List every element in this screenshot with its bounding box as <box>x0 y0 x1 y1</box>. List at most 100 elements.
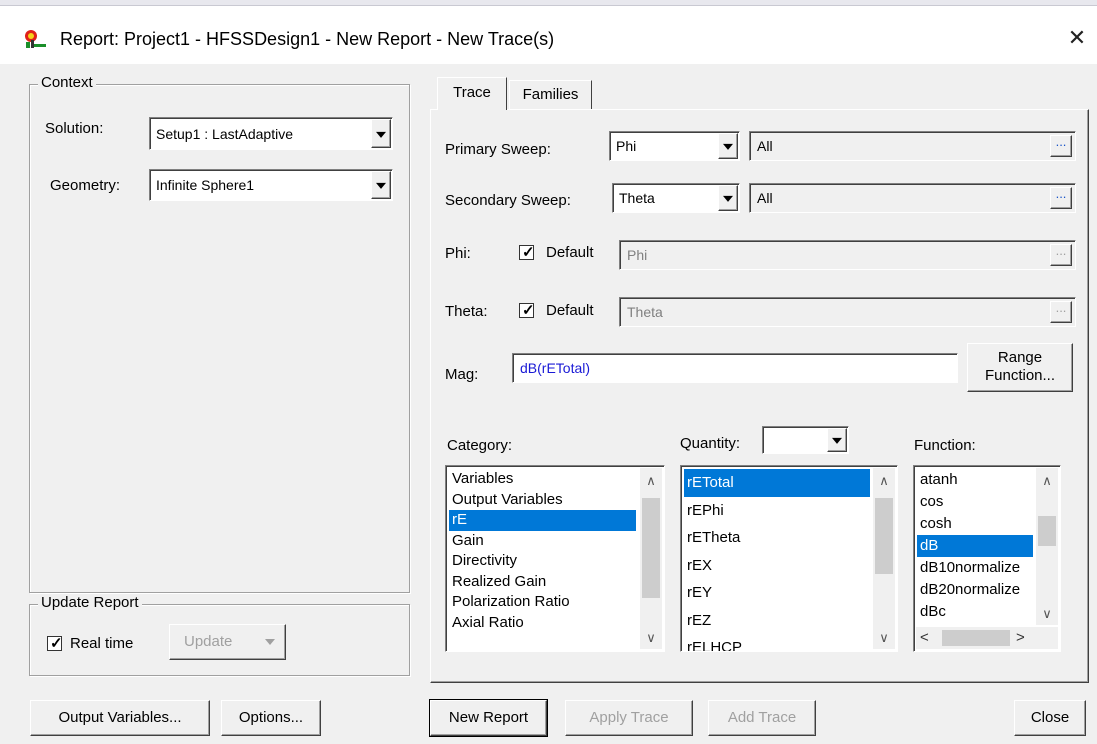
theta-value-field[interactable]: Theta ... <box>619 297 1076 327</box>
function-list-item[interactable]: cosh <box>917 513 1033 535</box>
category-list-item[interactable]: Realized Gain <box>449 572 636 593</box>
title-bar: Report: Project1 - HFSSDesign1 - New Rep… <box>0 0 1097 64</box>
update-report-group-label: Update Report <box>38 594 142 611</box>
phi-value-text: Phi <box>627 247 648 263</box>
phi-default-checkbox[interactable]: ✓ <box>519 244 535 261</box>
phi-label: Phi: <box>445 245 471 262</box>
scroll-left-icon[interactable]: < <box>920 627 929 649</box>
function-list-item[interactable]: cos <box>917 491 1033 513</box>
function-list-item[interactable]: dB <box>917 535 1033 557</box>
title-bar-top-border <box>0 0 1097 6</box>
add-trace-button[interactable]: Add Trace <box>708 700 816 736</box>
quantity-filter-dropdown[interactable] <box>762 426 849 454</box>
category-scroll-thumb[interactable] <box>642 498 660 598</box>
tab-trace[interactable]: Trace <box>437 77 507 110</box>
category-list-item[interactable]: Axial Ratio <box>449 613 636 634</box>
phi-ellipsis-button[interactable]: ... <box>1050 244 1072 266</box>
category-list[interactable]: Variables Output Variables rE Gain Directivi… <box>445 465 665 652</box>
range-function-line2: Function... <box>984 367 1056 384</box>
category-list-item[interactable]: Polarization Ratio <box>449 592 636 613</box>
scroll-down-icon[interactable]: ∨ <box>1036 605 1058 623</box>
quantity-scroll-thumb[interactable] <box>875 498 893 574</box>
checkmark-icon: ✓ <box>50 635 63 652</box>
category-list-item[interactable]: Directivity <box>449 551 636 572</box>
range-function-button[interactable]: Range Function... <box>967 343 1073 392</box>
quantity-filter-dropdown-button[interactable] <box>827 428 847 452</box>
solution-dropdown-value: Setup1 : LastAdaptive <box>156 125 293 142</box>
solution-dropdown[interactable]: Setup1 : LastAdaptive <box>149 117 393 150</box>
quantity-list-item[interactable]: rEX <box>684 552 870 580</box>
options-button[interactable]: Options... <box>221 700 321 736</box>
new-report-button[interactable]: New Report <box>429 699 548 737</box>
category-list-item[interactable]: Variables <box>449 469 636 490</box>
function-hscroll-thumb[interactable] <box>942 630 1010 646</box>
secondary-sweep-range-value: All <box>757 190 773 206</box>
secondary-sweep-dropdown[interactable]: Theta <box>612 183 740 213</box>
primary-sweep-dropdown-button[interactable] <box>718 133 738 159</box>
chevron-down-icon <box>832 437 842 444</box>
function-list-item[interactable]: dBc <box>917 601 1033 623</box>
new-report-button-label: New Report <box>448 709 529 726</box>
secondary-sweep-dropdown-button[interactable] <box>718 185 738 211</box>
quantity-list[interactable]: rETotal rEPhi rETheta rEX rEY rEZ rELHCP ∧ ∨ <box>680 465 898 652</box>
category-list-item[interactable]: Output Variables <box>449 490 636 511</box>
function-list-item[interactable]: dB20normalize <box>917 579 1033 601</box>
quantity-list-item[interactable]: rEZ <box>684 607 870 635</box>
geometry-dropdown-button[interactable] <box>371 171 391 199</box>
phi-value-field[interactable]: Phi ... <box>619 240 1076 270</box>
quantity-list-item[interactable]: rETotal <box>684 469 870 497</box>
apply-trace-button-label: Apply Trace <box>589 709 669 726</box>
function-hscrollbar[interactable]: < > <box>916 627 1058 649</box>
close-button[interactable]: Close <box>1014 700 1086 736</box>
scroll-up-icon[interactable]: ∧ <box>873 472 895 490</box>
function-list[interactable]: atanh cos cosh dB dB10normalize dB20normalize… <box>913 465 1061 652</box>
theta-value-text: Theta <box>627 304 663 320</box>
scroll-right-icon[interactable]: > <box>1016 627 1025 649</box>
function-list-item[interactable]: atanh <box>917 469 1033 491</box>
category-list-item[interactable]: rE <box>449 510 636 531</box>
primary-sweep-ellipsis-button[interactable]: ... <box>1050 135 1072 157</box>
category-scrollbar[interactable]: ∧ ∨ <box>640 468 662 649</box>
window-title: Report: Project1 - HFSSDesign1 - New Rep… <box>60 29 555 49</box>
close-icon[interactable]: ✕ <box>1066 26 1088 50</box>
scroll-up-icon[interactable]: ∧ <box>1036 472 1058 490</box>
quantity-list-item[interactable]: rEY <box>684 579 870 607</box>
quantity-scrollbar[interactable]: ∧ ∨ <box>873 468 895 649</box>
theta-default-label: Default <box>546 302 594 319</box>
theta-ellipsis-button[interactable]: ... <box>1050 301 1072 323</box>
mag-expression-field[interactable]: dB(rETotal) <box>512 353 958 383</box>
secondary-sweep-range-field[interactable]: All ... <box>749 183 1076 213</box>
scroll-down-icon[interactable]: ∨ <box>873 629 895 647</box>
quantity-list-item[interactable]: rETheta <box>684 524 870 552</box>
phi-default-label: Default <box>546 244 594 261</box>
tab-families-label: Families <box>522 86 579 103</box>
mag-expression-value: dB(rETotal) <box>520 360 591 376</box>
tab-trace-label: Trace <box>453 84 491 101</box>
update-button[interactable]: Update <box>169 624 286 660</box>
category-list-item[interactable]: Gain <box>449 531 636 552</box>
dropdown-arrow-icon <box>265 639 275 645</box>
theta-default-checkbox[interactable]: ✓ <box>519 302 535 319</box>
function-scrollbar[interactable]: ∧ ∨ <box>1036 468 1058 625</box>
geometry-label: Geometry: <box>50 177 121 194</box>
tab-families[interactable]: Families <box>509 80 592 109</box>
secondary-sweep-ellipsis-button[interactable]: ... <box>1050 187 1072 209</box>
function-scroll-thumb[interactable] <box>1038 516 1056 546</box>
scroll-up-icon[interactable]: ∧ <box>640 472 662 490</box>
options-button-label: Options... <box>238 709 304 726</box>
quantity-list-item[interactable]: rELHCP <box>684 634 870 651</box>
primary-sweep-label: Primary Sweep: <box>445 141 551 158</box>
apply-trace-button[interactable]: Apply Trace <box>565 700 693 736</box>
chevron-down-icon <box>376 131 386 138</box>
output-variables-button[interactable]: Output Variables... <box>30 700 210 736</box>
category-label: Category: <box>447 437 513 454</box>
quantity-list-item[interactable]: rEPhi <box>684 497 870 525</box>
realtime-checkbox[interactable]: ✓ <box>47 635 63 652</box>
primary-sweep-dropdown[interactable]: Phi <box>609 131 740 161</box>
primary-sweep-range-field[interactable]: All ... <box>749 131 1076 161</box>
function-list-item[interactable]: dB10normalize <box>917 557 1033 579</box>
geometry-dropdown[interactable]: Infinite Sphere1 <box>149 169 393 201</box>
scroll-down-icon[interactable]: ∨ <box>640 629 662 647</box>
solution-dropdown-button[interactable] <box>371 119 391 148</box>
secondary-sweep-label: Secondary Sweep: <box>445 192 571 209</box>
